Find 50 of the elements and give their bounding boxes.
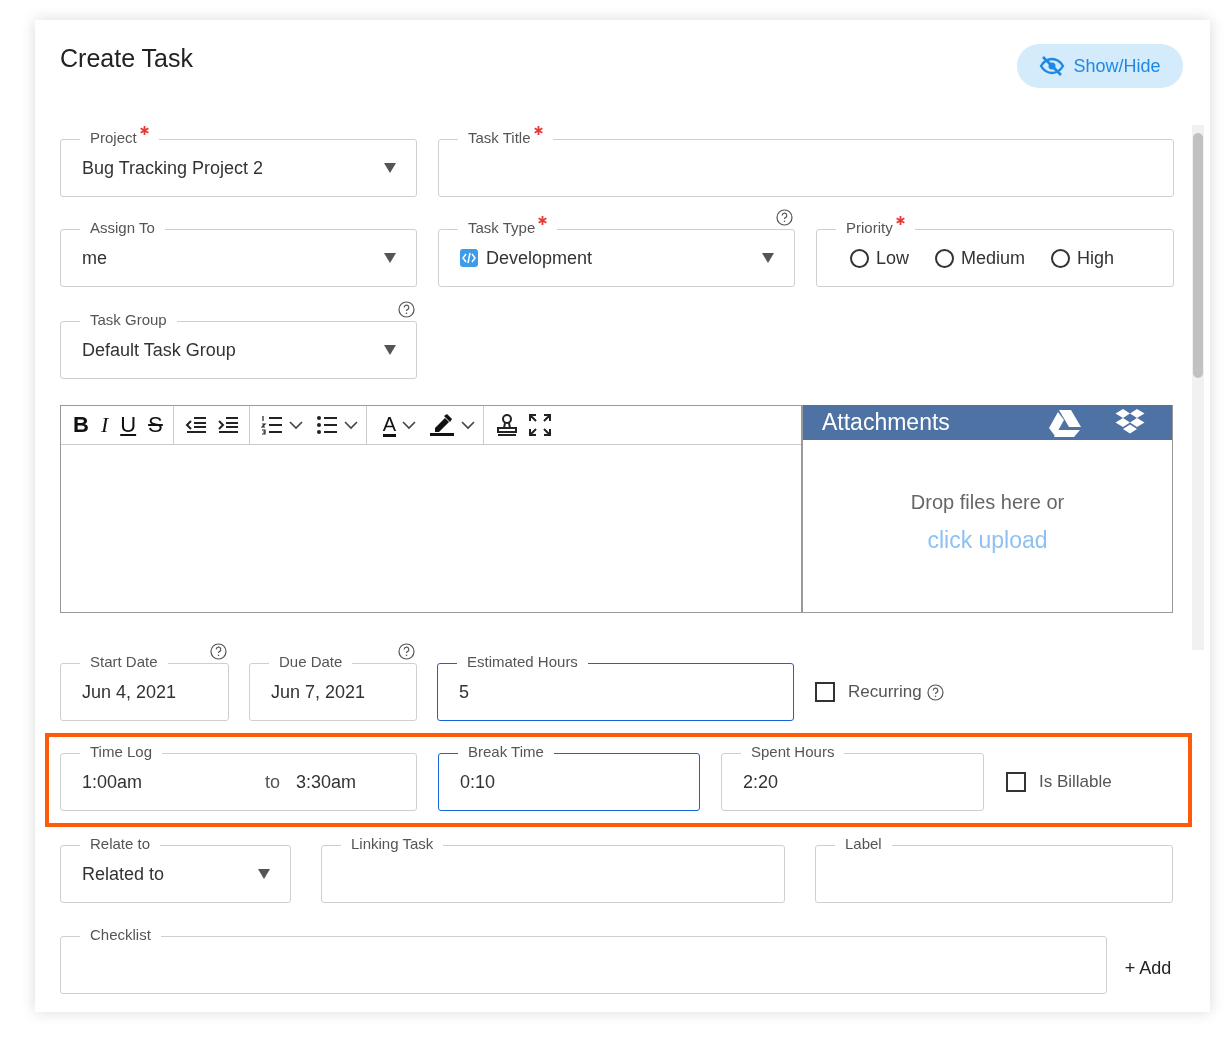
italic-button[interactable]: I bbox=[94, 406, 115, 444]
fullscreen-icon bbox=[529, 414, 552, 436]
scrollbar[interactable] bbox=[1192, 125, 1204, 650]
dropdown-caret-icon bbox=[384, 163, 396, 173]
field-label: Task Type bbox=[458, 219, 558, 237]
text-editor[interactable]: B I U S A bbox=[60, 405, 802, 613]
separator-text: to bbox=[264, 771, 280, 793]
attachments-title: Attachments bbox=[822, 409, 951, 436]
dropdown-caret-icon bbox=[384, 253, 396, 263]
checkbox-label: Recurring bbox=[848, 682, 922, 702]
marker-icon bbox=[429, 413, 456, 437]
help-icon[interactable] bbox=[926, 683, 944, 701]
field-label: Priority bbox=[836, 219, 915, 237]
outdent-icon bbox=[184, 415, 207, 435]
dropdown-caret-icon bbox=[762, 253, 774, 263]
field-label: Time Log bbox=[80, 743, 162, 761]
field-label: Project bbox=[80, 129, 159, 147]
eye-slash-icon bbox=[1039, 55, 1066, 77]
dropdown-caret-icon bbox=[258, 869, 270, 879]
checkbox[interactable] bbox=[815, 682, 835, 702]
chevron-down-icon bbox=[288, 420, 303, 430]
indent-icon bbox=[216, 415, 239, 435]
help-icon[interactable] bbox=[210, 643, 227, 660]
page-title: Create Task bbox=[60, 43, 193, 73]
help-icon[interactable] bbox=[398, 643, 415, 660]
field-label: Task Group bbox=[80, 311, 177, 329]
checkbox[interactable] bbox=[1006, 772, 1026, 792]
field-label: Linking Task bbox=[341, 835, 444, 853]
triangle-logo-icon[interactable] bbox=[1049, 408, 1081, 437]
radio-option[interactable]: Medium bbox=[935, 247, 1026, 269]
code-icon bbox=[460, 249, 478, 267]
help-icon[interactable] bbox=[398, 301, 415, 318]
strikethrough-button[interactable]: S bbox=[142, 406, 174, 444]
radio-option[interactable]: Low bbox=[850, 247, 910, 269]
underline-button[interactable]: U bbox=[114, 406, 143, 444]
font-color-button[interactable]: A bbox=[372, 406, 425, 444]
drop-text: Drop files here or bbox=[910, 490, 1065, 514]
radio-option[interactable]: High bbox=[1051, 247, 1115, 269]
chevron-down-icon bbox=[461, 420, 476, 430]
chevron-down-icon bbox=[343, 420, 358, 430]
dropdown-caret-icon bbox=[384, 345, 396, 355]
field-label: Assign To bbox=[80, 219, 165, 237]
checkbox-label: Is Billable bbox=[1039, 772, 1112, 792]
add-button[interactable]: + Add bbox=[1113, 951, 1173, 979]
bullet-list-icon bbox=[315, 415, 338, 435]
stamp-icon bbox=[495, 413, 520, 437]
chevron-down-icon bbox=[402, 420, 417, 430]
help-icon[interactable] bbox=[776, 209, 793, 226]
bold-button[interactable]: B bbox=[65, 406, 95, 444]
ordered-list-icon bbox=[260, 415, 283, 435]
